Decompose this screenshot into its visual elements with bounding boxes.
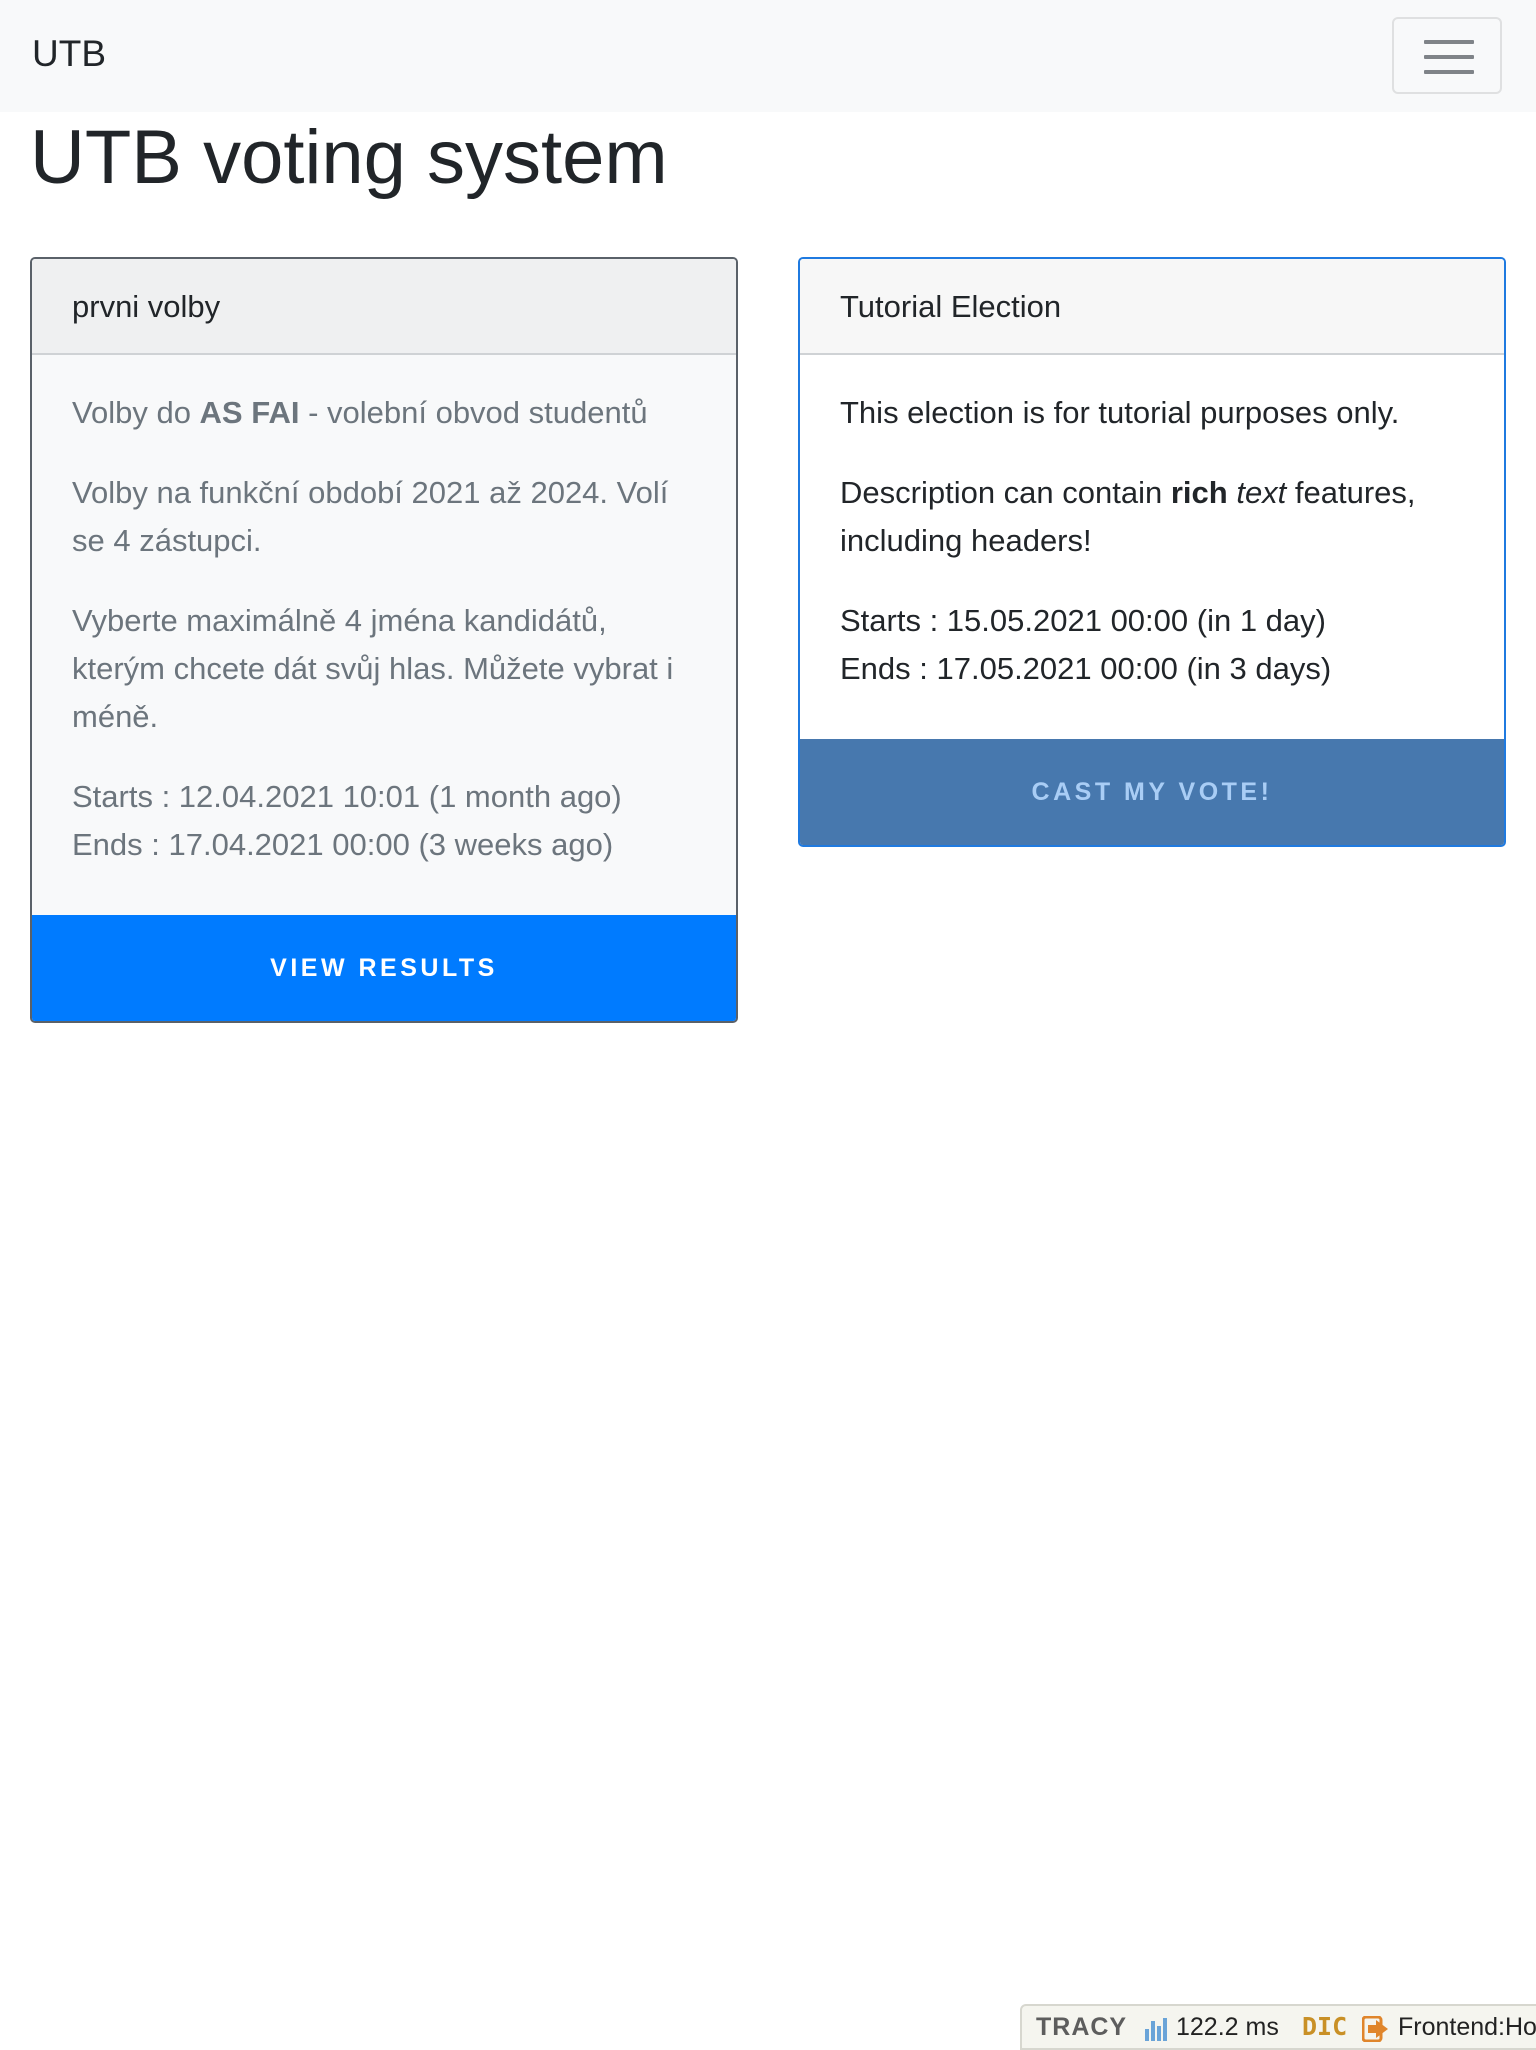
page-title: UTB voting system — [30, 115, 668, 200]
election-description-line: Description can contain rich text featur… — [840, 469, 1468, 565]
election-card-body: This election is for tutorial purposes o… — [840, 389, 1468, 693]
tracy-logo[interactable]: TRACY — [1036, 2006, 1127, 2048]
election-description-line: Vyberte maximálně 4 jména kandidátů, kte… — [72, 603, 674, 734]
cast-vote-button[interactable]: CAST MY VOTE! — [800, 739, 1504, 845]
tracy-dic-panel[interactable]: DIC — [1302, 2006, 1347, 2048]
tracy-execution-time[interactable]: 122.2 ms — [1176, 2006, 1279, 2048]
election-card-prvni-volby: prvni volby Volby do AS FAI - volební ob… — [30, 257, 738, 1023]
description-bold-text: AS FAI — [199, 395, 300, 430]
election-card-tutorial: Tutorial Election This election is for t… — [798, 257, 1506, 847]
route-arrow-icon — [1362, 2016, 1388, 2042]
description-italic-text: text — [1236, 475, 1287, 510]
election-card-header: Tutorial Election — [800, 259, 1504, 355]
tracy-debug-bar[interactable]: TRACY 122.2 ms DIC Frontend:Ho — [1020, 2004, 1536, 2050]
election-description-line: Volby na funkční období 2021 až 2024. Vo… — [72, 475, 669, 558]
description-text: - volební obvod studentů — [299, 395, 648, 430]
navbar-toggler-button[interactable] — [1392, 17, 1502, 94]
election-description-line: Volby do AS FAI - volební obvod studentů — [72, 389, 700, 437]
election-start-date: Starts : 15.05.2021 00:00 (in 1 day) — [840, 603, 1326, 638]
election-end-date: Ends : 17.04.2021 00:00 (3 weeks ago) — [72, 827, 614, 862]
election-card-body: Volby do AS FAI - volební obvod studentů… — [72, 389, 700, 869]
view-results-button[interactable]: VIEW RESULTS — [32, 915, 736, 1021]
description-text: Volby do — [72, 395, 200, 430]
election-description-line: This election is for tutorial purposes o… — [840, 395, 1400, 430]
bar-chart-icon — [1145, 2018, 1167, 2041]
election-dates: Starts : 12.04.2021 10:01 (1 month ago) … — [72, 773, 700, 869]
description-bold-text: rich — [1170, 475, 1228, 510]
election-card-header: prvni volby — [32, 259, 736, 355]
navbar-brand[interactable]: UTB — [32, 30, 106, 78]
election-end-date: Ends : 17.05.2021 00:00 (in 3 days) — [840, 651, 1332, 686]
election-dates: Starts : 15.05.2021 00:00 (in 1 day) End… — [840, 597, 1468, 693]
election-start-date: Starts : 12.04.2021 10:01 (1 month ago) — [72, 779, 622, 814]
tracy-route-panel[interactable]: Frontend:Ho — [1398, 2006, 1536, 2048]
navbar: UTB — [0, 0, 1536, 112]
description-text: Description can contain — [840, 475, 1171, 510]
hamburger-menu-icon — [1424, 40, 1474, 74]
